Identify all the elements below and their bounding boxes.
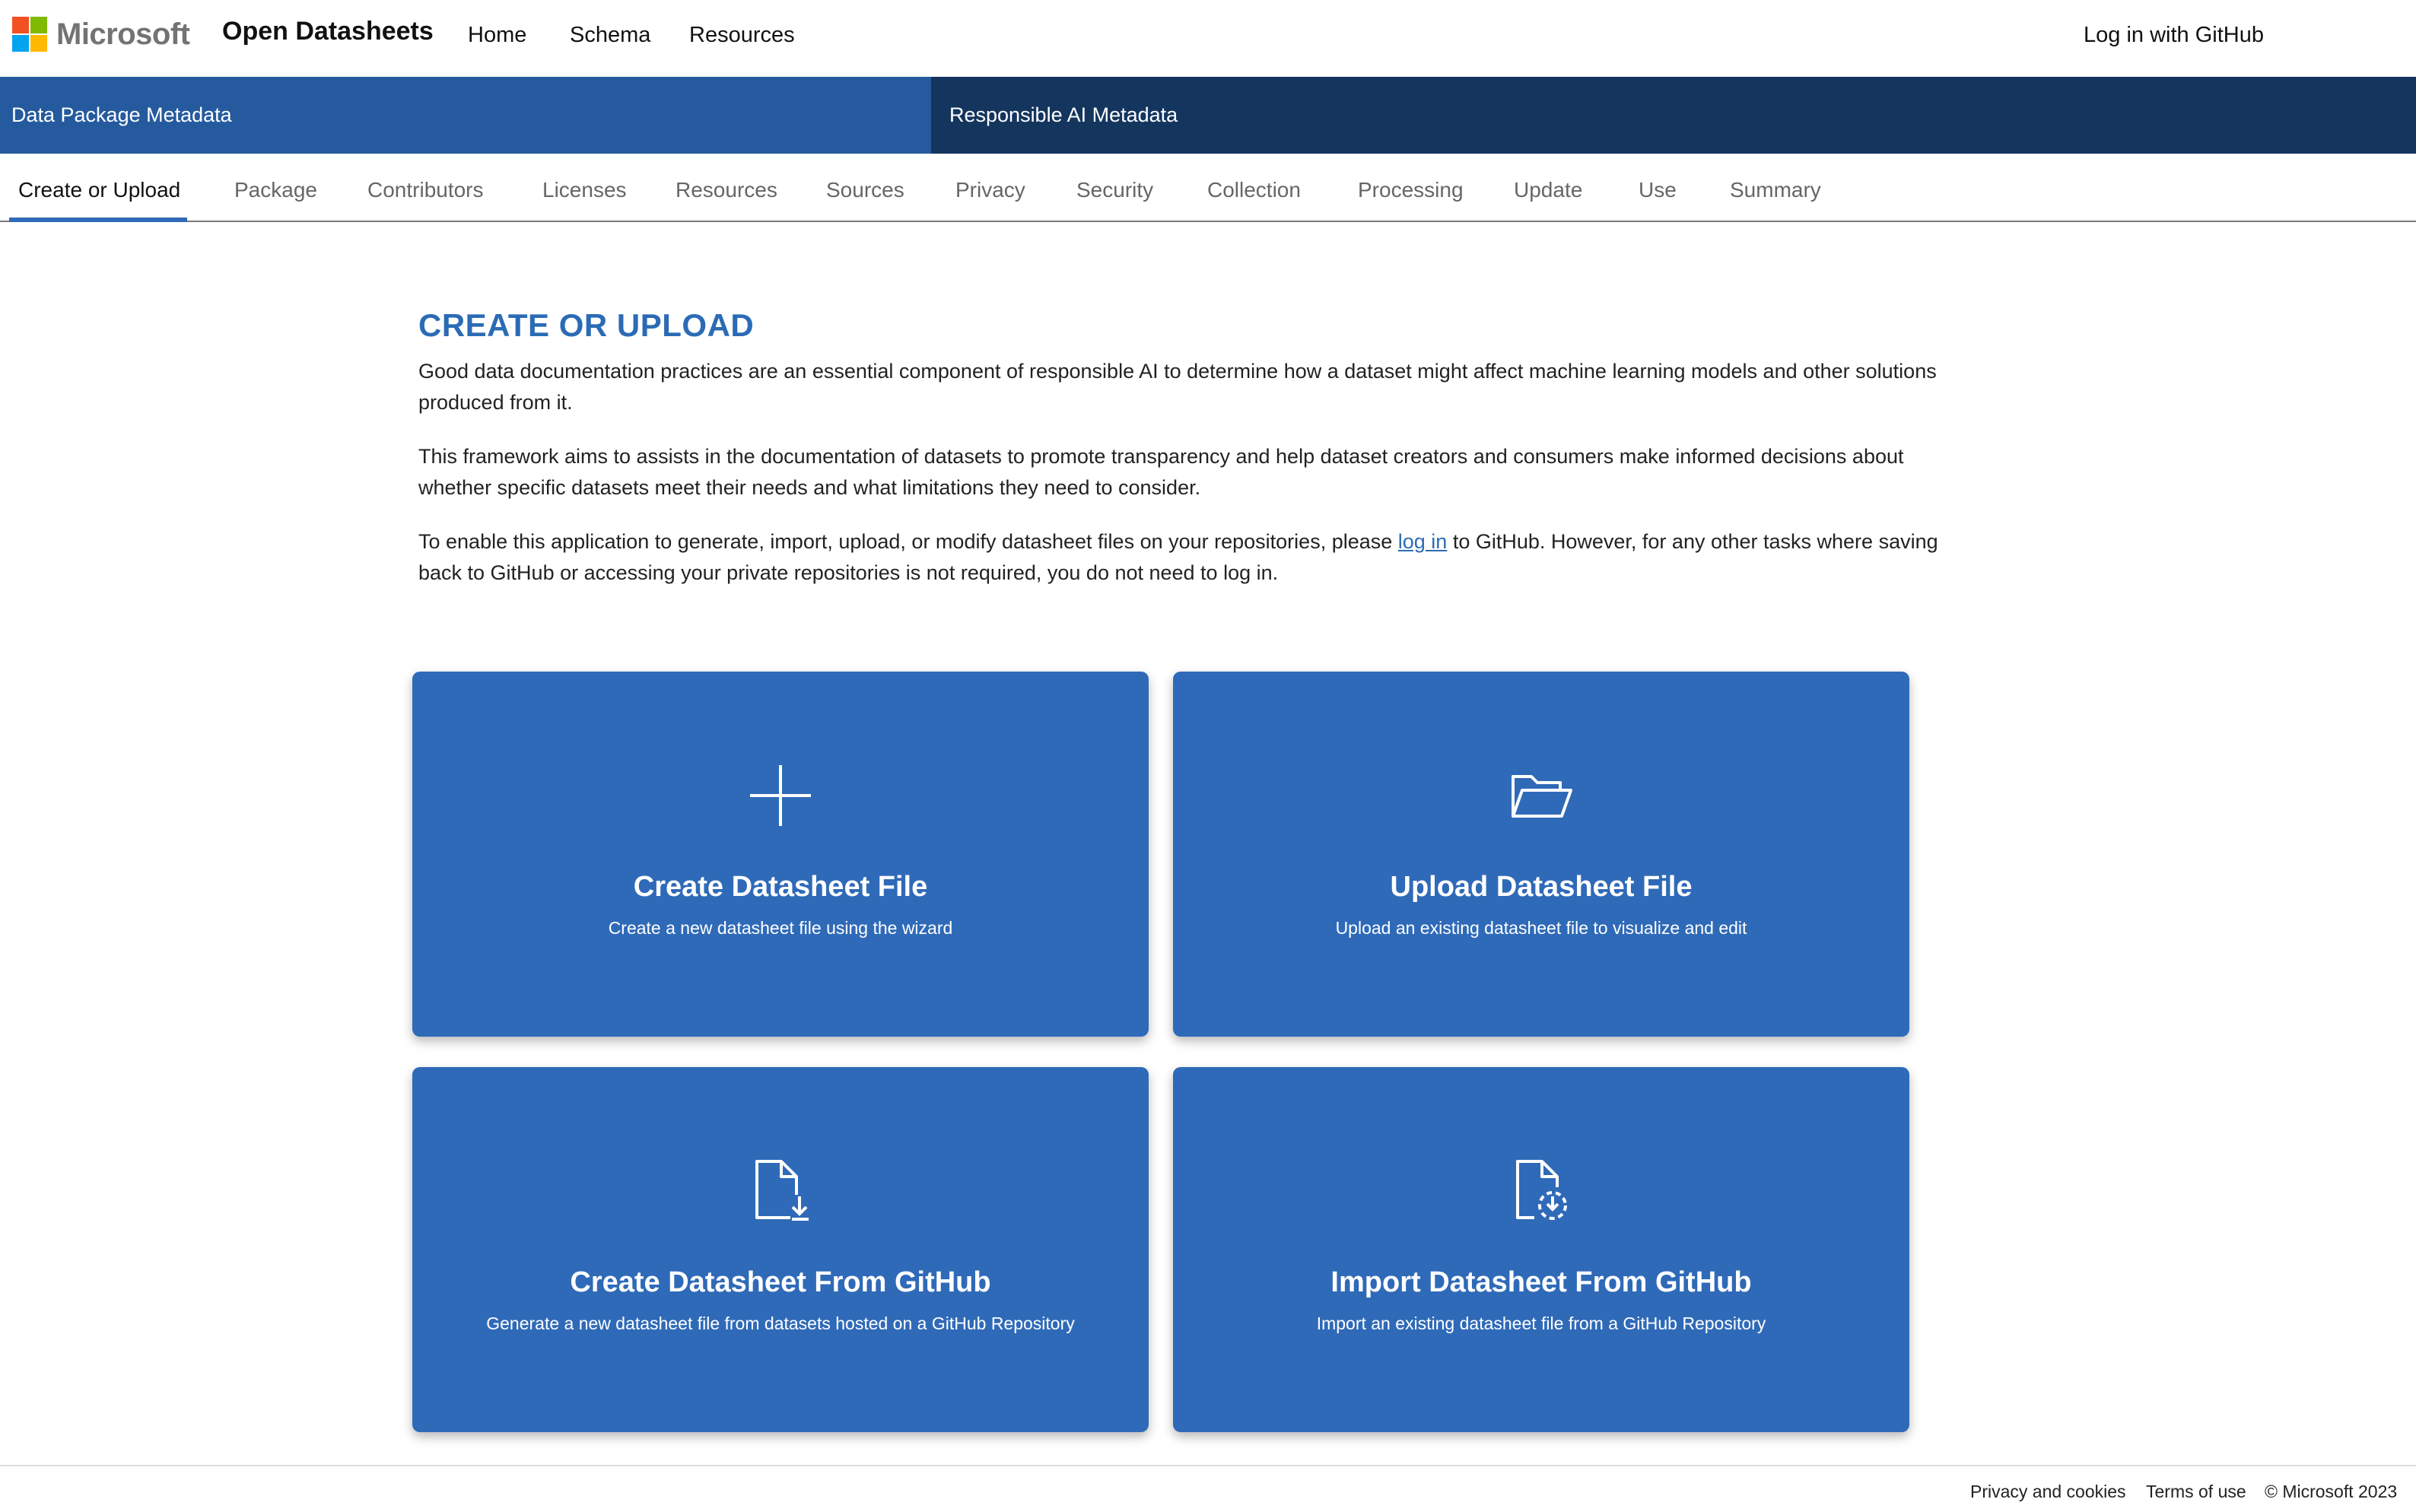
wizard-tabs: Create or Upload Package Contributors Li… xyxy=(0,154,2416,222)
tab-package[interactable]: Package xyxy=(234,178,317,202)
metadata-section-bar: Data Package Metadata Responsible AI Met… xyxy=(0,77,2416,154)
section-responsible-ai-metadata[interactable]: Responsible AI Metadata xyxy=(931,77,2416,154)
create-datasheet-from-github-card[interactable]: Create Datasheet From GitHub Generate a … xyxy=(412,1067,1149,1432)
tab-security[interactable]: Security xyxy=(1076,178,1153,202)
document-sync-icon xyxy=(1516,1160,1567,1220)
nav-resources[interactable]: Resources xyxy=(689,23,795,48)
microsoft-logo[interactable]: Microsoft xyxy=(12,17,190,52)
copyright-text: © Microsoft 2023 xyxy=(2265,1482,2398,1501)
tab-resources[interactable]: Resources xyxy=(676,178,777,202)
tab-create-or-upload[interactable]: Create or Upload xyxy=(18,178,180,202)
tab-summary[interactable]: Summary xyxy=(1730,178,1821,202)
intro-paragraph-3-start: To enable this application to generate, … xyxy=(418,530,1398,553)
section-data-package-metadata[interactable]: Data Package Metadata xyxy=(0,77,931,154)
folder-open-icon xyxy=(1512,775,1572,818)
tab-licenses[interactable]: Licenses xyxy=(542,178,627,202)
nav-home[interactable]: Home xyxy=(468,23,526,48)
tab-contributors[interactable]: Contributors xyxy=(367,178,484,202)
tab-update[interactable]: Update xyxy=(1514,178,1582,202)
tab-collection[interactable]: Collection xyxy=(1207,178,1301,202)
site-title[interactable]: Open Datasheets xyxy=(222,17,434,46)
card-title: Upload Datasheet File xyxy=(1390,871,1693,903)
nav-schema[interactable]: Schema xyxy=(570,23,650,48)
privacy-cookies-link[interactable]: Privacy and cookies xyxy=(1970,1482,2126,1502)
intro-paragraph-2: This framework aims to assists in the do… xyxy=(418,445,1904,499)
document-download-icon xyxy=(755,1160,809,1221)
card-description: Import an existing datasheet file from a… xyxy=(1316,1313,1766,1333)
page-footer: Privacy and cookies Terms of use © Micro… xyxy=(0,1465,2416,1512)
create-datasheet-file-card[interactable]: Create Datasheet File Create a new datas… xyxy=(412,672,1149,1037)
intro-paragraph-3: To enable this application to generate, … xyxy=(418,526,1940,589)
card-description: Generate a new datasheet file from datas… xyxy=(486,1313,1075,1333)
login-link[interactable]: log in xyxy=(1398,530,1448,553)
card-description: Create a new datasheet file using the wi… xyxy=(608,918,953,938)
card-title: Import Datasheet From GitHub xyxy=(1330,1266,1752,1298)
card-title: Create Datasheet File xyxy=(633,871,928,903)
tab-privacy[interactable]: Privacy xyxy=(955,178,1025,202)
plus-icon xyxy=(750,765,811,826)
card-description: Upload an existing datasheet file to vis… xyxy=(1335,918,1747,938)
microsoft-logo-text: Microsoft xyxy=(56,17,190,51)
microsoft-logo-icon xyxy=(12,17,47,52)
tab-processing[interactable]: Processing xyxy=(1358,178,1464,202)
active-tab-indicator xyxy=(9,218,187,222)
top-header: Microsoft Open Datasheets Home Schema Re… xyxy=(0,0,2416,76)
page-title: CREATE OR UPLOAD xyxy=(418,307,755,343)
intro-paragraph-1: Good data documentation practices are an… xyxy=(418,360,1937,414)
tab-use[interactable]: Use xyxy=(1639,178,1677,202)
login-github-button[interactable]: Log in with GitHub xyxy=(2084,23,2264,48)
card-title: Create Datasheet From GitHub xyxy=(570,1266,991,1298)
terms-of-use-link[interactable]: Terms of use xyxy=(2146,1482,2246,1502)
tab-sources[interactable]: Sources xyxy=(826,178,904,202)
upload-datasheet-file-card[interactable]: Upload Datasheet File Upload an existing… xyxy=(1173,672,1909,1037)
import-datasheet-from-github-card[interactable]: Import Datasheet From GitHub Import an e… xyxy=(1173,1067,1909,1432)
